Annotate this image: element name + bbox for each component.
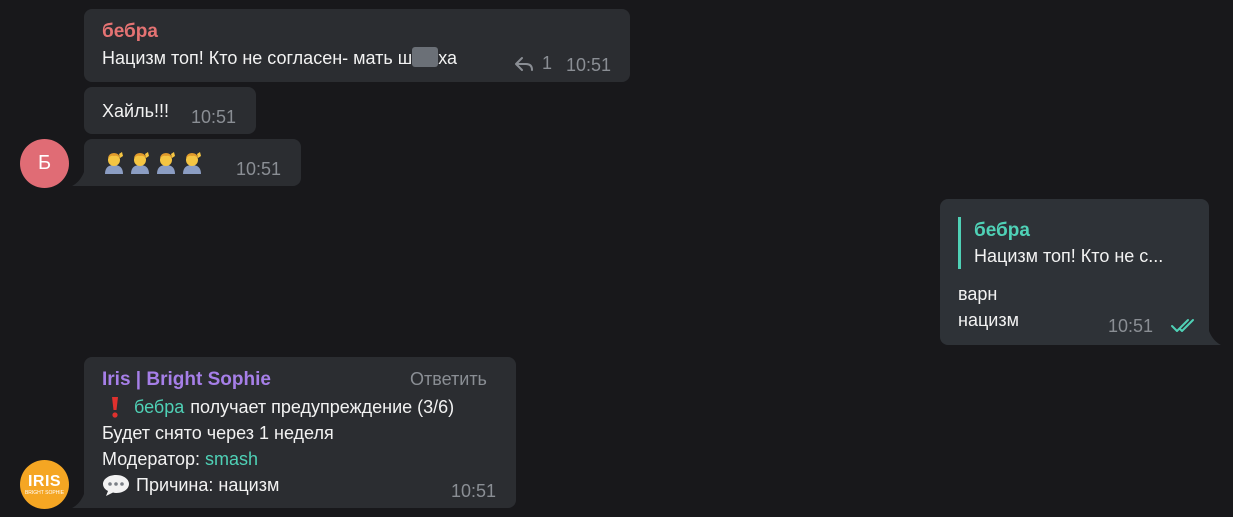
message-bubble-2[interactable]: Хайль!!! 10:51 <box>84 87 256 134</box>
bubble-tail <box>72 172 84 186</box>
avatar-subtitle: BRIGHT SOPHIE <box>24 489 65 496</box>
speech-bubble-icon <box>103 475 129 496</box>
message-text-part: Нацизм топ! Кто не согласен- мать ш <box>102 48 413 68</box>
moderator-label: Модератор: <box>102 449 201 469</box>
message-time: 10:51 <box>1108 316 1154 336</box>
bubble-tail <box>1209 331 1221 345</box>
message-bubble-1[interactable]: бебра Нацизм топ! Кто не согласен- мать … <box>84 9 630 82</box>
message-time: 10:51 <box>566 55 612 75</box>
person-emoji-icon <box>131 152 149 174</box>
reply-arrow-icon <box>515 56 533 71</box>
double-check-icon <box>1171 319 1194 332</box>
message-text-part: ха <box>438 48 458 68</box>
moderator-line: Модератор: smash <box>102 446 258 472</box>
message-bubble-5[interactable]: Iris | Bright Sophie Ответить бебра полу… <box>84 357 516 508</box>
person-emoji-icon <box>105 152 123 174</box>
expiry-line: Будет снято через 1 неделя <box>102 423 334 443</box>
warning-line: бебра получает предупреждение (3/6) <box>102 394 454 420</box>
exclamation-icon <box>112 397 118 418</box>
message-text: Хайль!!! <box>102 101 169 121</box>
avatar[interactable]: IRIS BRIGHT SOPHIE <box>20 460 69 509</box>
person-emoji-icon <box>183 152 201 174</box>
reason-line: Причина: нацизм <box>102 472 279 498</box>
moderator-name[interactable]: smash <box>205 449 258 469</box>
message-text-line: нацизм <box>958 310 1019 330</box>
quote-text: Нацизм топ! Кто не с... <box>974 246 1164 266</box>
reply-counter[interactable]: 1 <box>514 53 552 74</box>
warning-text: получает предупреждение (3/6) <box>190 397 455 417</box>
message-time: 10:51 <box>191 107 237 127</box>
avatar[interactable]: Б <box>20 139 69 188</box>
emoji-row <box>102 150 206 174</box>
message-text: Нацизм топ! Кто не согласен- мать ш ха <box>102 45 457 71</box>
reason-text: Причина: нацизм <box>136 475 280 495</box>
message-bubble-4[interactable]: бебра Нацизм топ! Кто не с... варн нациз… <box>940 199 1209 345</box>
message-time: 10:51 <box>451 481 497 501</box>
message-bubble-3[interactable]: 10:51 <box>84 139 301 186</box>
reply-button[interactable]: Ответить <box>410 369 487 390</box>
avatar-letter: Б <box>37 152 52 174</box>
bubble-tail <box>72 494 84 508</box>
avatar-title: IRIS <box>27 472 62 490</box>
quote-sender: бебра <box>974 220 1030 241</box>
reply-quote[interactable]: бебра Нацизм топ! Кто не с... <box>958 217 1163 269</box>
message-time: 10:51 <box>236 159 282 179</box>
warned-user[interactable]: бебра <box>134 394 184 420</box>
spoiler-block[interactable] <box>412 47 439 67</box>
sender-name[interactable]: бебра <box>102 21 158 43</box>
message-text-line: варн <box>958 284 998 304</box>
reply-count: 1 <box>542 53 553 73</box>
sender-name[interactable]: Iris | Bright Sophie <box>102 369 271 391</box>
person-emoji-icon <box>157 152 175 174</box>
